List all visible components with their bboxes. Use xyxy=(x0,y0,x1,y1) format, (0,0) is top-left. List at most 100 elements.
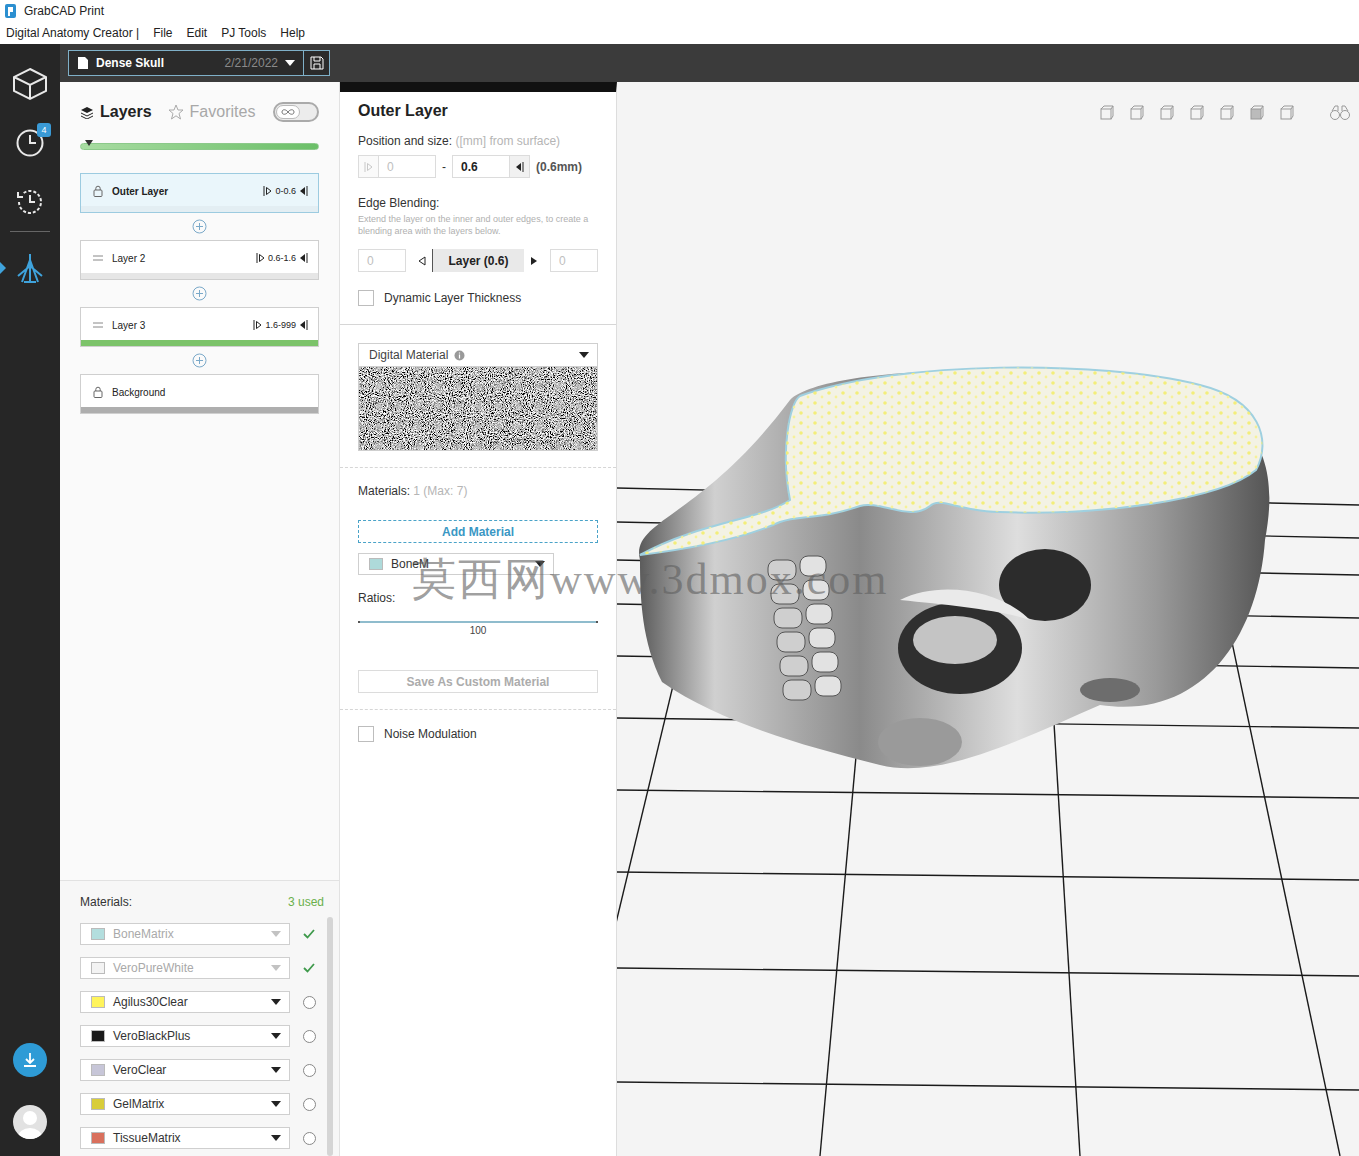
layer-name: Background xyxy=(112,387,165,398)
material-row: TissueMatrix xyxy=(80,1121,318,1155)
menu-item[interactable]: PJ Tools xyxy=(221,26,266,40)
ratios-label: Ratios: xyxy=(358,591,598,605)
material-select[interactable]: TissueMatrix xyxy=(80,1127,290,1149)
view-cube-icon[interactable] xyxy=(1159,105,1175,121)
material-select[interactable]: BoneM xyxy=(358,553,554,575)
range-start-icon xyxy=(364,162,373,172)
chevron-down-icon xyxy=(285,60,295,66)
add-layer-row xyxy=(80,280,319,307)
edge-blending-hint: Extend the layer on the inner and outer … xyxy=(358,213,598,237)
add-layer-icon[interactable] xyxy=(192,219,207,234)
position-row: 0-0.6(0.6mm) xyxy=(358,155,598,178)
range-end-icon xyxy=(299,320,308,330)
chevron-down-icon xyxy=(535,561,545,567)
material-select[interactable]: VeroClear xyxy=(80,1059,290,1081)
view-cube-icon[interactable] xyxy=(1279,105,1295,121)
detail-materials-label: Materials: 1 (Max: 7) xyxy=(358,484,598,498)
drag-handle-icon xyxy=(93,322,103,328)
material-radio[interactable] xyxy=(303,1098,316,1111)
dynamic-thickness-row[interactable]: Dynamic Layer Thickness xyxy=(358,290,598,306)
checkbox[interactable] xyxy=(358,726,374,742)
slider-marker[interactable] xyxy=(85,140,93,146)
view-cube-icon[interactable] xyxy=(1129,105,1145,121)
layer-card[interactable]: Background xyxy=(80,374,319,414)
watermark: 莫西网www.3dmox.com xyxy=(412,550,888,609)
layer-name: Layer 3 xyxy=(112,320,145,331)
edge-layer-control[interactable]: Layer (0.6) xyxy=(412,249,544,272)
job-name: Dense Skull xyxy=(96,56,164,70)
menu-item[interactable]: Edit xyxy=(187,26,208,40)
material-row: BoneMatrix xyxy=(80,917,318,951)
main-area: 4 Dense Skull2/21/2022 Layers Favorites Oute… xyxy=(0,44,1359,1156)
materials-label: Materials: xyxy=(80,895,132,909)
material-select[interactable]: GelMatrix xyxy=(80,1093,290,1115)
add-layer-icon[interactable] xyxy=(192,286,207,301)
save-button[interactable] xyxy=(303,51,329,75)
infinity-toggle[interactable] xyxy=(273,102,319,122)
view-cube-icon[interactable] xyxy=(1099,105,1115,121)
add-material-button[interactable]: Add Material xyxy=(358,520,598,543)
material-radio[interactable] xyxy=(303,996,316,1009)
color-swatch xyxy=(91,1064,105,1076)
ratio-slider[interactable]: 100 xyxy=(358,621,598,636)
materials-count: 3 used xyxy=(288,895,324,909)
material-radio[interactable] xyxy=(303,1132,316,1145)
rail-item[interactable] xyxy=(0,238,60,297)
chevron-down-icon xyxy=(271,1135,281,1141)
check-icon xyxy=(303,929,315,939)
viewport[interactable] xyxy=(617,82,1359,1156)
layers-panel: Layers Favorites Outer Layer 0-0.6 Layer 20.… xyxy=(60,82,340,1156)
material-select: VeroPureWhite xyxy=(80,957,290,979)
to-input[interactable]: 0.6 xyxy=(452,155,530,178)
menu-item[interactable]: Digital Anatomy Creator | xyxy=(6,26,139,40)
layer-range-slider[interactable] xyxy=(80,141,319,151)
layer-color-bar xyxy=(81,273,318,279)
layer-card[interactable]: Layer 3 1.6-999 xyxy=(80,307,319,347)
edge-inner-input[interactable]: 0 xyxy=(358,249,406,272)
edge-blending-row: 0 Layer (0.6) 0 xyxy=(358,249,598,272)
arrow-right-icon xyxy=(530,256,538,266)
layer-name: Outer Layer xyxy=(112,186,168,197)
material-radio[interactable] xyxy=(303,1030,316,1043)
checkbox[interactable] xyxy=(358,290,374,306)
download-button[interactable] xyxy=(13,1043,47,1077)
3d-viewport-canvas[interactable] xyxy=(617,82,1359,1156)
rail-item[interactable] xyxy=(0,54,60,113)
job-select[interactable]: Dense Skull2/21/2022 xyxy=(68,50,330,76)
layer-detail-panel: Outer LayerPosition and size: ([mm] from… xyxy=(340,82,617,1156)
icon-rail: 4 xyxy=(0,44,60,1156)
edge-outer-input[interactable]: 0 xyxy=(550,249,598,272)
material-select[interactable]: Agilus30Clear xyxy=(80,991,290,1013)
view-cube-icon[interactable] xyxy=(1189,105,1205,121)
rail-item[interactable] xyxy=(0,172,60,231)
add-layer-row xyxy=(80,213,319,240)
scrollbar[interactable] xyxy=(327,917,333,1156)
tab[interactable]: Favorites xyxy=(168,103,256,121)
add-layer-icon[interactable] xyxy=(192,353,207,368)
layer-range[interactable]: 0.6-1.6 xyxy=(256,253,308,263)
binoculars-icon[interactable] xyxy=(1329,105,1351,121)
rail-item[interactable]: 4 xyxy=(0,113,60,172)
ratio-value: 100 xyxy=(470,625,487,636)
tab[interactable]: Layers xyxy=(80,103,152,121)
view-cube-icon[interactable] xyxy=(1249,105,1265,121)
position-label: Position and size: ([mm] from surface) xyxy=(358,134,598,148)
add-layer-row xyxy=(80,347,319,374)
menu-item[interactable]: Help xyxy=(280,26,305,40)
material-select[interactable]: VeroBlackPlus xyxy=(80,1025,290,1047)
user-avatar[interactable] xyxy=(13,1105,47,1139)
document-icon xyxy=(77,56,89,70)
skull-model[interactable] xyxy=(639,367,1269,768)
save-icon xyxy=(310,56,324,70)
view-cube-icon[interactable] xyxy=(1219,105,1235,121)
layer-card[interactable]: Layer 20.6-1.6 xyxy=(80,240,319,280)
layer-card[interactable]: Outer Layer 0-0.6 xyxy=(80,173,319,213)
material-radio[interactable] xyxy=(303,1064,316,1077)
noise-modulation-row[interactable]: Noise Modulation xyxy=(358,726,598,742)
menu-item[interactable]: File xyxy=(153,26,172,40)
layer-range[interactable]: 1.6-999 xyxy=(253,320,308,330)
layer-range[interactable]: 0-0.6 xyxy=(263,186,308,196)
color-swatch xyxy=(91,962,105,974)
arrow-left-icon xyxy=(418,256,426,266)
digital-material-select[interactable]: Digital Material xyxy=(358,343,598,451)
